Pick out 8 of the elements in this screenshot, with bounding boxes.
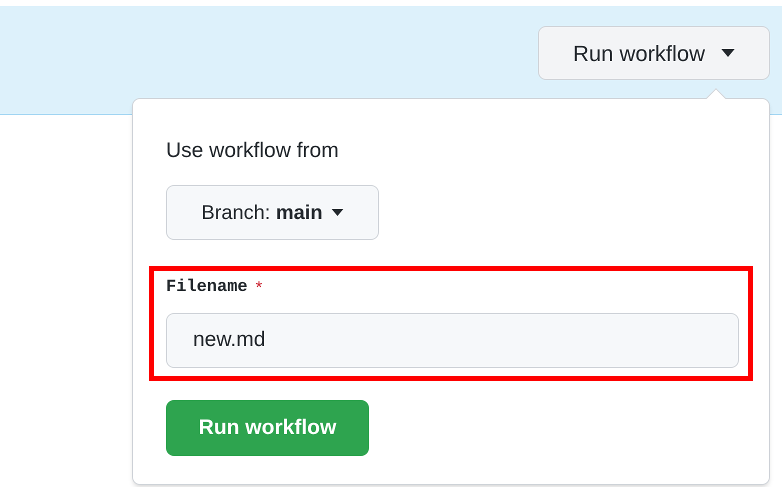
run-workflow-dropdown-button[interactable]: Run workflow [538, 26, 770, 80]
branch-dropdown-button[interactable]: Branch: main [166, 185, 379, 240]
required-asterisk: * [256, 277, 262, 299]
caret-icon [330, 209, 344, 216]
filename-label: Filename [166, 277, 248, 299]
popover-heading: Use workflow from [166, 138, 340, 164]
caret-icon [721, 49, 736, 57]
filename-input[interactable]: new.md [166, 312, 739, 368]
